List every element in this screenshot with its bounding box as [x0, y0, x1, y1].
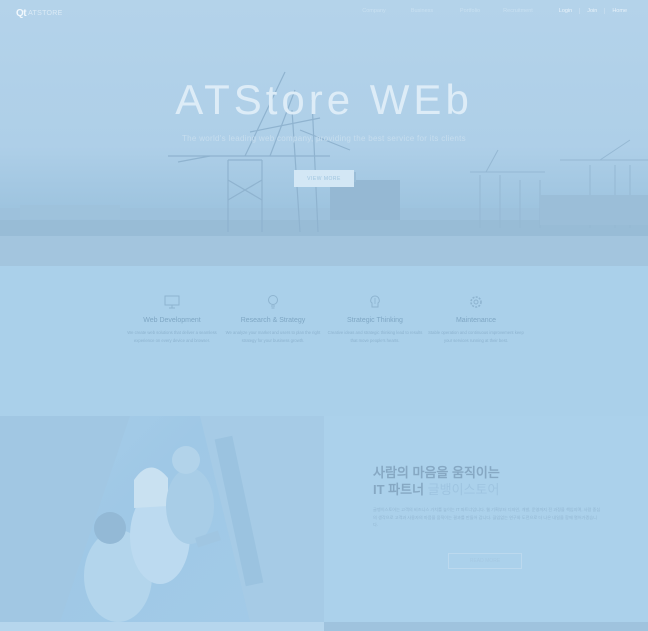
service-description: Creative ideas and strategic thinking le… [327, 330, 423, 343]
home-link[interactable]: Home [605, 8, 634, 14]
nav-item-recruitment[interactable]: Recruitment [494, 8, 542, 14]
join-link[interactable]: Join [580, 8, 604, 14]
nav-item-business[interactable]: Business [398, 8, 446, 14]
about-heading-line1: 사람의 마음을 움직이는 [373, 465, 500, 480]
hero-section: ATStore WEb The world's leading web comp… [0, 0, 648, 266]
service-strategic-thinking: Strategic Thinking Creative ideas and st… [327, 294, 423, 344]
nav-item-company[interactable]: Company [350, 8, 398, 14]
service-title: Maintenance [455, 317, 497, 324]
about-read-more-button[interactable]: READ MORE [448, 553, 522, 569]
hero-subtitle: The world's leading web company, providi… [181, 134, 466, 143]
about-heading-prefix: IT 파트너 [373, 482, 425, 497]
nav-item-portfolio[interactable]: Portfolio [446, 8, 494, 14]
team-photo [0, 416, 324, 622]
about-heading-highlight: 글뱅이스토어 [427, 482, 500, 497]
hero-title: ATStore WEb [175, 76, 473, 123]
services-section: Web Development We create web solutions … [0, 266, 648, 416]
lightbulb-icon [225, 294, 321, 312]
service-title: Strategic Thinking [347, 317, 403, 324]
service-description: We create web solutions that deliver a s… [127, 330, 217, 343]
main-nav: Company Business Portfolio Recruitment [350, 8, 542, 14]
service-web-development: Web Development We create web solutions … [124, 294, 220, 344]
monitor-icon [124, 294, 220, 312]
service-maintenance: Maintenance Stable operation and continu… [428, 294, 524, 344]
service-research-strategy: Research & Strategy We analyze your mark… [225, 294, 321, 344]
logo-text: ATSTORE [28, 9, 63, 17]
service-title: Research & Strategy [240, 317, 306, 324]
about-body: 글뱅이스토어는 고객의 비즈니스 가치를 높이는 IT 파트너입니다. 웹 기획… [373, 507, 601, 528]
gear-icon [428, 294, 524, 312]
utility-nav: Login Join Home [552, 8, 634, 14]
about-heading: 사람의 마음을 움직이는 IT 파트너 글뱅이스토어 [373, 464, 500, 498]
next-section-image [324, 622, 648, 631]
logo-mark: Qt [16, 7, 27, 19]
about-section: 사람의 마음을 움직이는 IT 파트너 글뱅이스토어 글뱅이스토어는 고객의 비… [324, 416, 648, 622]
service-title: Web Development [143, 317, 201, 324]
login-link[interactable]: Login [552, 8, 579, 14]
site-header: Qt ATSTORE Company Business Portfolio Re… [0, 0, 648, 26]
service-description: We analyze your market and users to plan… [225, 330, 321, 343]
brain-icon [327, 294, 423, 312]
next-section-preview [0, 622, 648, 631]
service-description: Stable operation and continuous improvem… [428, 330, 524, 343]
hero-view-more-button[interactable]: VIEW MORE [294, 170, 354, 187]
logo[interactable]: Qt ATSTORE [16, 7, 63, 19]
harbor-cranes-image [0, 71, 648, 266]
